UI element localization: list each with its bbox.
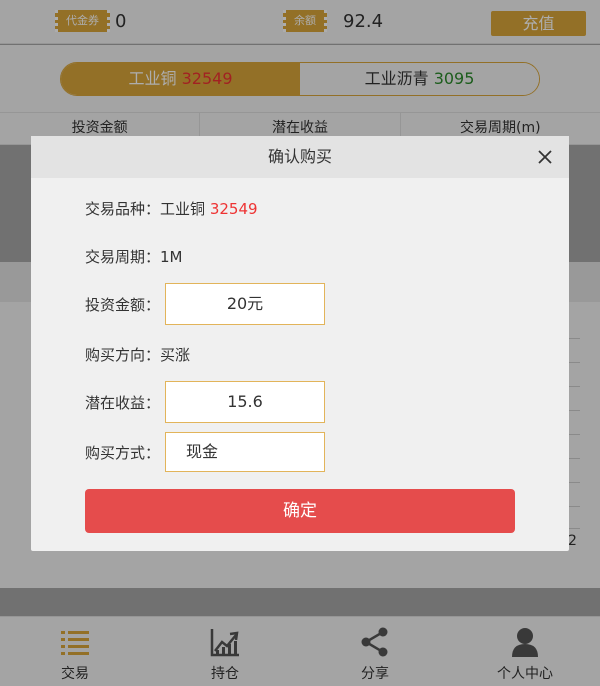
product-price-value: 32549 [209, 200, 258, 218]
profit-label: 潜在收益： [85, 394, 161, 412]
period-row: 交易周期：1M [85, 246, 183, 267]
dialog-header: 确认购买 [31, 136, 569, 178]
dialog-title: 确认购买 [267, 147, 332, 166]
period-label: 交易周期： [85, 248, 161, 266]
confirm-purchase-dialog: 确认购买 交易品种：工业铜 32549 交易周期：1M 投资金额： 20元 购买… [31, 136, 569, 551]
payment-method-field[interactable]: 现金 [165, 432, 325, 472]
direction-value: 买涨 [160, 346, 191, 364]
amount-label: 投资金额： [85, 296, 161, 314]
amount-field[interactable]: 20元 [165, 283, 325, 325]
direction-row: 购买方向：买涨 [85, 344, 190, 365]
product-label: 交易品种： [85, 200, 161, 218]
period-value: 1M [160, 248, 183, 266]
method-label: 购买方式： [85, 444, 161, 462]
profit-field[interactable]: 15.6 [165, 381, 325, 423]
close-icon[interactable] [537, 136, 553, 178]
product-row: 交易品种：工业铜 32549 [85, 198, 258, 219]
product-name-value: 工业铜 [160, 200, 206, 218]
direction-label: 购买方向： [85, 346, 161, 364]
confirm-button[interactable]: 确定 [85, 489, 515, 533]
